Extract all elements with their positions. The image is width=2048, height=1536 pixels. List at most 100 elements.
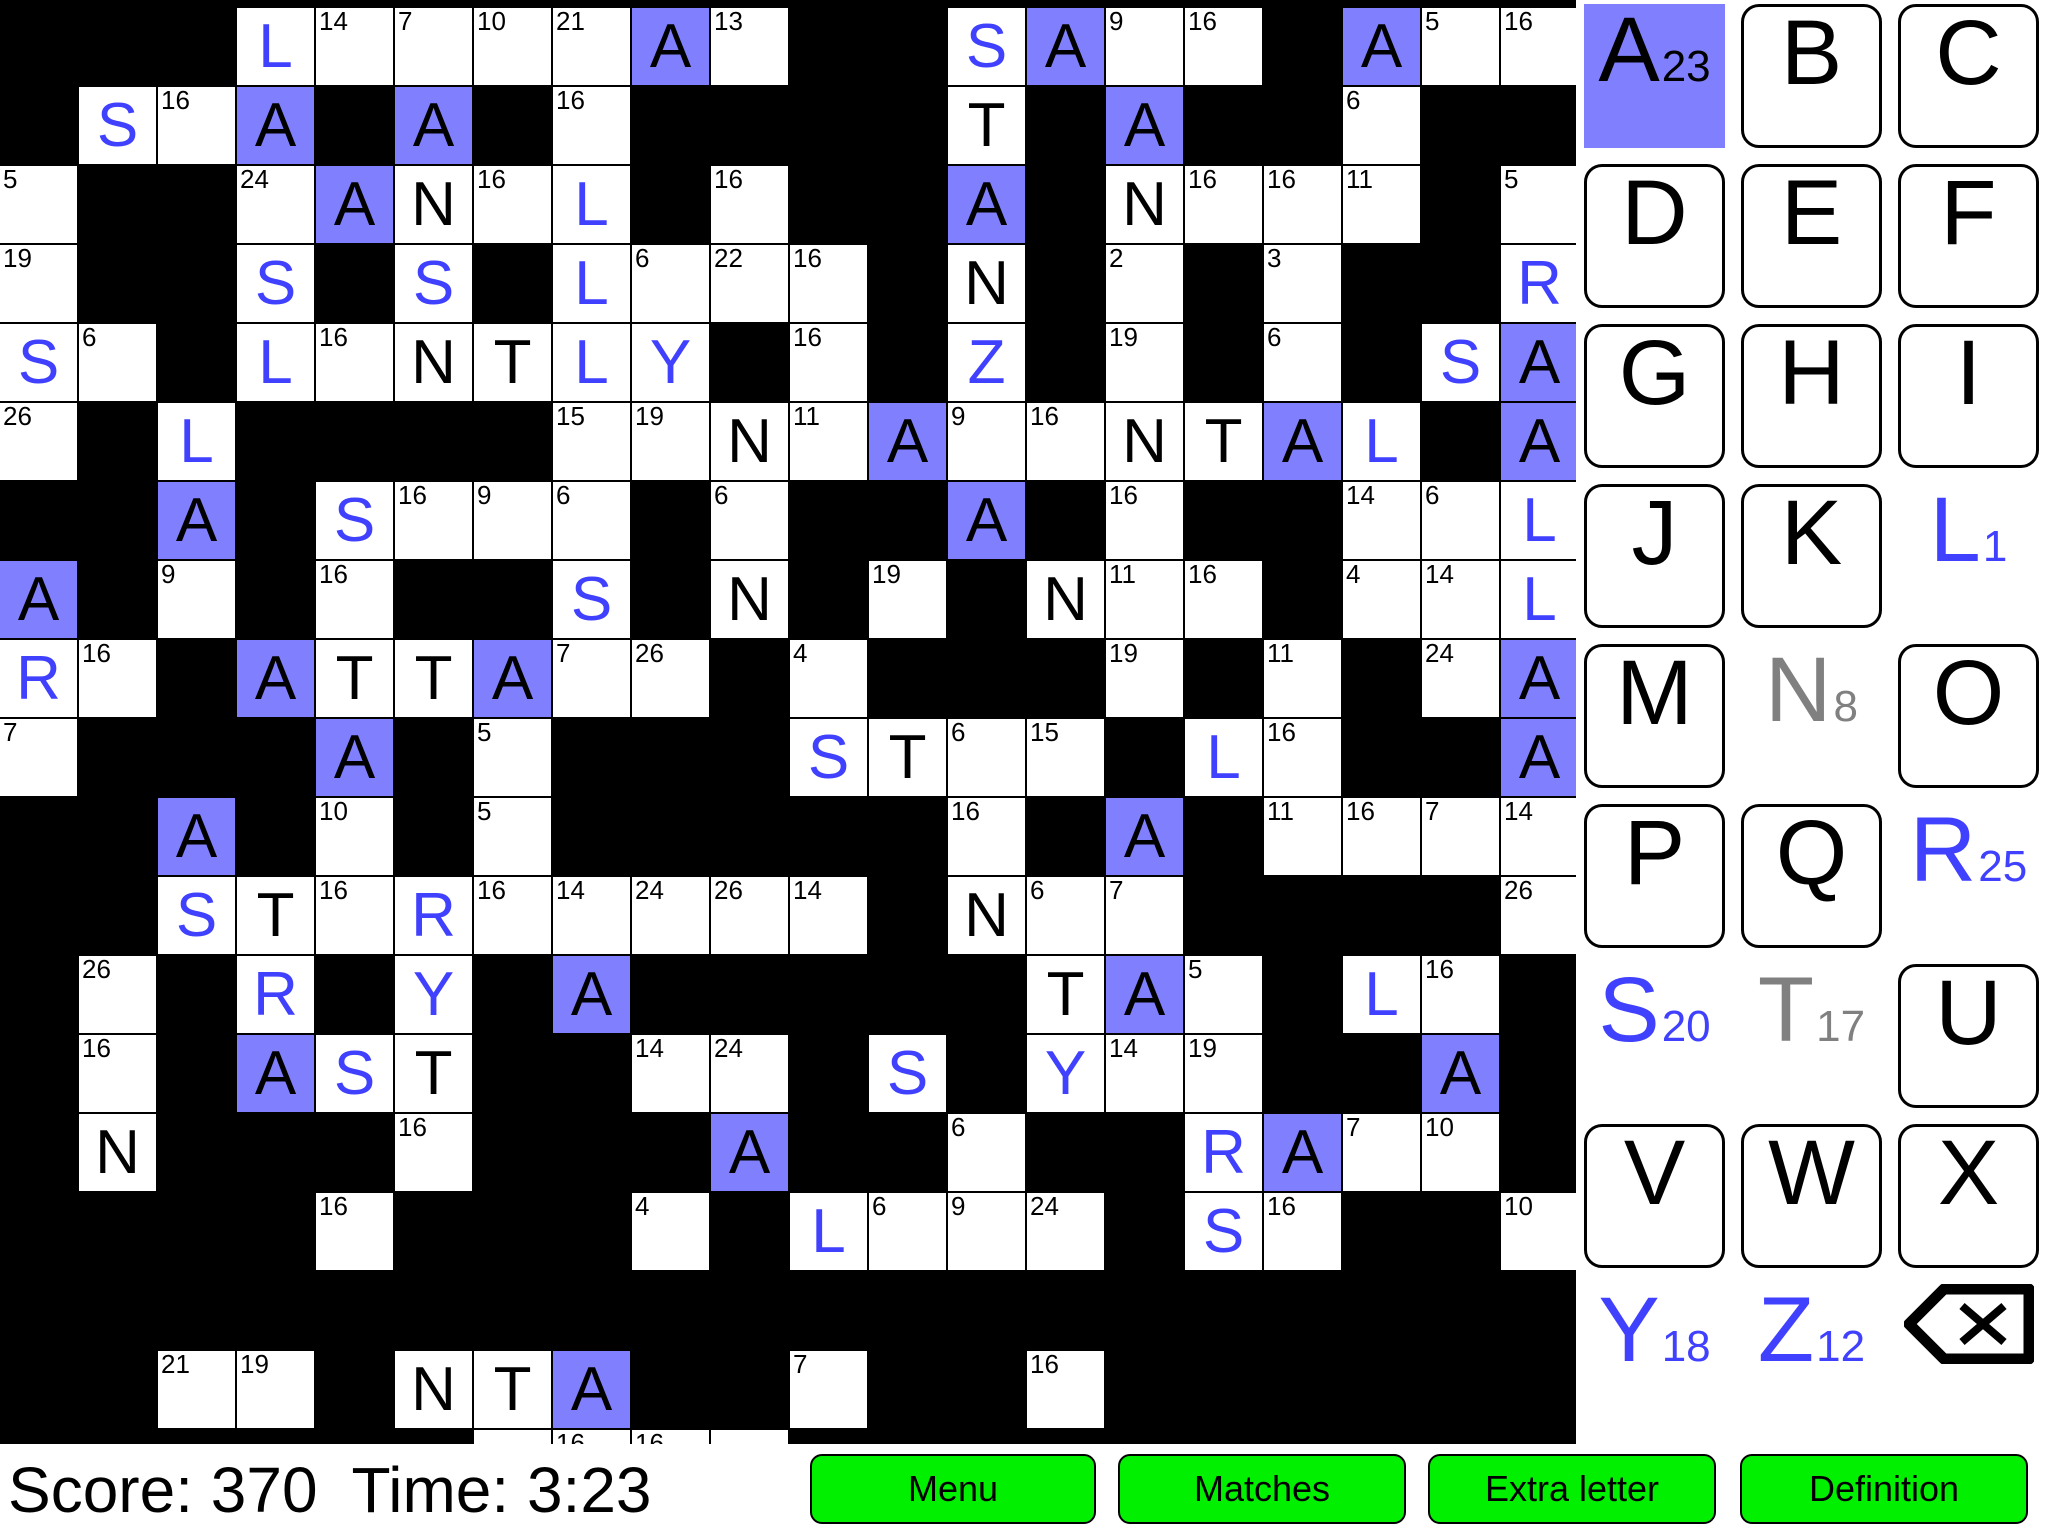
- grid-cell[interactable]: 7: [553, 640, 630, 717]
- grid-cell[interactable]: 14: [1501, 798, 1578, 875]
- grid-cell[interactable]: 6: [711, 482, 788, 559]
- grid-cell[interactable]: 6: [1343, 87, 1420, 164]
- key-r[interactable]: R 25: [1898, 804, 2039, 948]
- grid-cell[interactable]: A: [158, 798, 235, 875]
- key-b[interactable]: B: [1741, 4, 1882, 148]
- matches-button[interactable]: Matches: [1118, 1454, 1406, 1524]
- grid-cell[interactable]: 3: [1264, 245, 1341, 322]
- grid-cell[interactable]: 6: [948, 719, 1025, 796]
- grid-cell[interactable]: 19: [1106, 640, 1183, 717]
- grid-cell[interactable]: 16: [1264, 166, 1341, 243]
- grid-cell[interactable]: R: [237, 956, 314, 1033]
- grid-cell[interactable]: 22: [711, 245, 788, 322]
- grid-cell[interactable]: Y: [1027, 1035, 1104, 1112]
- key-k[interactable]: K: [1741, 484, 1882, 628]
- grid-cell[interactable]: L: [158, 403, 235, 480]
- grid-cell[interactable]: N: [711, 403, 788, 480]
- grid-cell[interactable]: T: [1027, 956, 1104, 1033]
- key-e[interactable]: E: [1741, 164, 1882, 308]
- grid-cell[interactable]: A: [1264, 1114, 1341, 1191]
- grid-cell[interactable]: T: [948, 87, 1025, 164]
- grid-cell[interactable]: 24: [711, 1035, 788, 1112]
- grid-cell[interactable]: 7: [0, 719, 77, 796]
- grid-cell[interactable]: A: [0, 561, 77, 638]
- grid-cell[interactable]: 7: [1422, 798, 1499, 875]
- grid-cell[interactable]: A: [1106, 956, 1183, 1033]
- definition-button[interactable]: Definition: [1740, 1454, 2028, 1524]
- menu-button[interactable]: Menu: [810, 1454, 1096, 1524]
- key-w[interactable]: W: [1741, 1124, 1882, 1268]
- grid-cell[interactable]: T: [1185, 403, 1262, 480]
- puzzle-grid[interactable]: L 14 7 10 21 A 13 S A 9 16 A 5 16 S 16 A A 16 T A 6 5 24 A N 16 L 16…: [0, 0, 1578, 1507]
- grid-cell[interactable]: 14: [1422, 561, 1499, 638]
- grid-cell[interactable]: 16: [316, 324, 393, 401]
- grid-cell[interactable]: A: [553, 1351, 630, 1428]
- grid-cell[interactable]: A: [1027, 8, 1104, 85]
- key-p[interactable]: P: [1584, 804, 1725, 948]
- grid-cell[interactable]: A: [1106, 798, 1183, 875]
- key-n[interactable]: N8: [1741, 644, 1882, 788]
- grid-cell[interactable]: 16: [711, 166, 788, 243]
- grid-cell[interactable]: 16: [395, 482, 472, 559]
- grid-cell[interactable]: 16: [1422, 956, 1499, 1033]
- grid-cell[interactable]: 14: [1343, 482, 1420, 559]
- grid-cell[interactable]: A: [711, 1114, 788, 1191]
- grid-cell[interactable]: A: [316, 166, 393, 243]
- grid-cell[interactable]: S: [79, 87, 156, 164]
- grid-cell[interactable]: L: [1185, 719, 1262, 796]
- grid-cell[interactable]: 14: [790, 877, 867, 954]
- grid-cell[interactable]: 6: [948, 1114, 1025, 1191]
- grid-cell[interactable]: 19: [1185, 1035, 1262, 1112]
- grid-cell[interactable]: 19: [632, 403, 709, 480]
- grid-cell[interactable]: Y: [632, 324, 709, 401]
- grid-cell[interactable]: 16: [1106, 482, 1183, 559]
- key-i[interactable]: I: [1898, 324, 2039, 468]
- grid-cell[interactable]: S: [0, 324, 77, 401]
- grid-cell[interactable]: S: [395, 245, 472, 322]
- grid-cell[interactable]: 10: [316, 798, 393, 875]
- grid-cell[interactable]: 16: [790, 245, 867, 322]
- grid-cell[interactable]: N: [395, 324, 472, 401]
- grid-cell[interactable]: 19: [237, 1351, 314, 1428]
- backspace-key[interactable]: [1898, 1284, 2039, 1428]
- grid-cell[interactable]: S: [553, 561, 630, 638]
- grid-cell[interactable]: 15: [553, 403, 630, 480]
- grid-cell[interactable]: L: [553, 166, 630, 243]
- grid-cell[interactable]: 16: [395, 1114, 472, 1191]
- grid-cell[interactable]: A: [237, 87, 314, 164]
- grid-cell[interactable]: S: [1422, 324, 1499, 401]
- grid-cell[interactable]: A: [237, 640, 314, 717]
- grid-cell[interactable]: 16: [158, 87, 235, 164]
- grid-cell[interactable]: 19: [1106, 324, 1183, 401]
- key-m[interactable]: M: [1584, 644, 1725, 788]
- grid-cell[interactable]: 6: [79, 324, 156, 401]
- grid-cell[interactable]: 16: [79, 1035, 156, 1112]
- grid-cell[interactable]: 5: [474, 719, 551, 796]
- grid-cell[interactable]: T: [316, 640, 393, 717]
- grid-cell[interactable]: 16: [79, 640, 156, 717]
- grid-cell[interactable]: T: [474, 1351, 551, 1428]
- grid-cell[interactable]: 24: [237, 166, 314, 243]
- grid-cell[interactable]: L: [1501, 561, 1578, 638]
- grid-cell[interactable]: 2: [1106, 245, 1183, 322]
- extra-letter-button[interactable]: Extra letter: [1428, 1454, 1716, 1524]
- grid-cell[interactable]: 16: [1501, 8, 1578, 85]
- grid-cell[interactable]: 16: [1264, 719, 1341, 796]
- grid-cell[interactable]: L: [1343, 956, 1420, 1033]
- key-l[interactable]: L1: [1898, 484, 2039, 628]
- grid-cell[interactable]: 14: [553, 877, 630, 954]
- grid-cell[interactable]: 24: [1422, 640, 1499, 717]
- key-s[interactable]: S 20: [1584, 964, 1725, 1108]
- grid-cell[interactable]: 11: [1264, 798, 1341, 875]
- grid-cell[interactable]: 16: [790, 324, 867, 401]
- grid-cell[interactable]: 4: [1343, 561, 1420, 638]
- key-d[interactable]: D: [1584, 164, 1725, 308]
- grid-cell[interactable]: S: [869, 1035, 946, 1112]
- grid-cell[interactable]: A: [316, 719, 393, 796]
- grid-cell[interactable]: 6: [632, 245, 709, 322]
- key-j[interactable]: J: [1584, 484, 1725, 628]
- grid-cell[interactable]: 16: [316, 1193, 393, 1270]
- grid-cell[interactable]: L: [237, 324, 314, 401]
- key-h[interactable]: H: [1741, 324, 1882, 468]
- grid-cell[interactable]: A: [948, 166, 1025, 243]
